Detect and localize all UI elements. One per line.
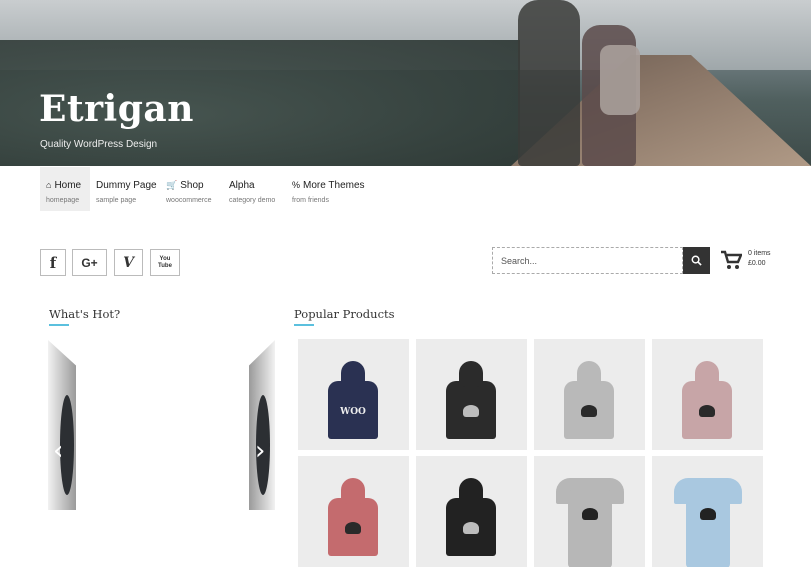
product-emblem	[463, 522, 479, 534]
product-card[interactable]	[298, 456, 409, 567]
hoodie-image	[564, 361, 614, 439]
youtube-icon[interactable]: You Tube	[150, 249, 180, 276]
nav-item-label: Dummy Page	[96, 180, 157, 191]
product-emblem	[345, 522, 361, 534]
nav-item-sublabel: category demo	[229, 197, 276, 204]
nav-item-text: Home	[54, 180, 82, 191]
slider-next-arrow[interactable]: ›	[255, 436, 265, 466]
nav-item-sublabel: sample page	[96, 197, 137, 204]
nav-item-alpha[interactable]: Alpha category demo	[223, 167, 286, 211]
hoodie-image	[446, 478, 496, 556]
search-button[interactable]	[683, 247, 710, 274]
vine-icon[interactable]: V	[114, 249, 143, 276]
search-icon	[691, 255, 702, 266]
search-input[interactable]	[492, 247, 683, 274]
product-print: WOO	[340, 407, 366, 417]
hoodie-image	[328, 478, 378, 556]
cart-items-count: 0 items	[748, 250, 771, 257]
nav-item-text: Dummy Page	[96, 180, 157, 191]
site-title[interactable]: Etrigan	[39, 88, 194, 130]
nav-item-text: Shop	[180, 180, 204, 191]
cart-icon[interactable]	[720, 249, 742, 271]
google-plus-icon[interactable]: G+	[72, 249, 107, 276]
main-navigation: ⌂ Home homepage Dummy Page sample page 🛒 Shop w…	[40, 167, 366, 211]
product-card[interactable]	[652, 339, 763, 450]
nav-item-label: ⌂ Home	[46, 180, 83, 191]
nav-item-sublabel: from friends	[292, 197, 329, 204]
nav-item-label: % More Themes	[292, 180, 365, 191]
product-card[interactable]	[652, 456, 763, 567]
whats-hot-heading: What's Hot?	[49, 307, 121, 321]
nav-item-sublabel: woocommerce	[166, 197, 212, 204]
hero-backpack	[600, 45, 640, 115]
link-icon: %	[292, 180, 301, 190]
slider-prev-arrow[interactable]: ‹	[53, 436, 63, 466]
site-tagline: Quality WordPress Design	[40, 139, 158, 150]
nav-item-text: More Themes	[303, 180, 365, 191]
popular-products-heading: Popular Products	[294, 307, 395, 321]
facebook-icon[interactable]: f	[40, 249, 66, 276]
hero-person	[518, 0, 580, 166]
nav-item-label: Alpha	[229, 180, 279, 191]
product-card[interactable]: WOO	[298, 339, 409, 450]
product-card[interactable]	[534, 339, 645, 450]
product-emblem	[463, 405, 479, 417]
hoodie-image	[446, 361, 496, 439]
nav-item-sublabel: homepage	[46, 197, 80, 204]
cart-total: £0.00	[748, 260, 766, 267]
nav-item-shop[interactable]: 🛒 Shop woocommerce	[160, 167, 223, 211]
product-emblem	[699, 405, 715, 417]
whats-hot-underline	[49, 324, 69, 326]
home-icon: ⌂	[46, 180, 52, 190]
cart-icon: 🛒	[166, 180, 178, 190]
product-grid: WOO	[298, 339, 768, 567]
nav-item-label: 🛒 Shop	[166, 180, 216, 191]
nav-item-text: Alpha	[229, 180, 255, 191]
popular-products-underline	[294, 324, 314, 326]
hoodie-image: WOO	[328, 361, 378, 439]
product-card[interactable]	[416, 456, 527, 567]
nav-item-dummy-page[interactable]: Dummy Page sample page	[90, 167, 160, 211]
tshirt-image	[556, 478, 624, 567]
product-emblem	[581, 405, 597, 417]
nav-item-home[interactable]: ⌂ Home homepage	[40, 167, 90, 211]
hoodie-image	[682, 361, 732, 439]
nav-item-more-themes[interactable]: % More Themes from friends	[286, 167, 366, 211]
hero-banner: Etrigan Quality WordPress Design	[0, 0, 811, 166]
product-card[interactable]	[416, 339, 527, 450]
product-card[interactable]	[534, 456, 645, 567]
cart-summary[interactable]: 0 items £0.00	[748, 249, 771, 269]
tshirt-image	[674, 478, 742, 567]
